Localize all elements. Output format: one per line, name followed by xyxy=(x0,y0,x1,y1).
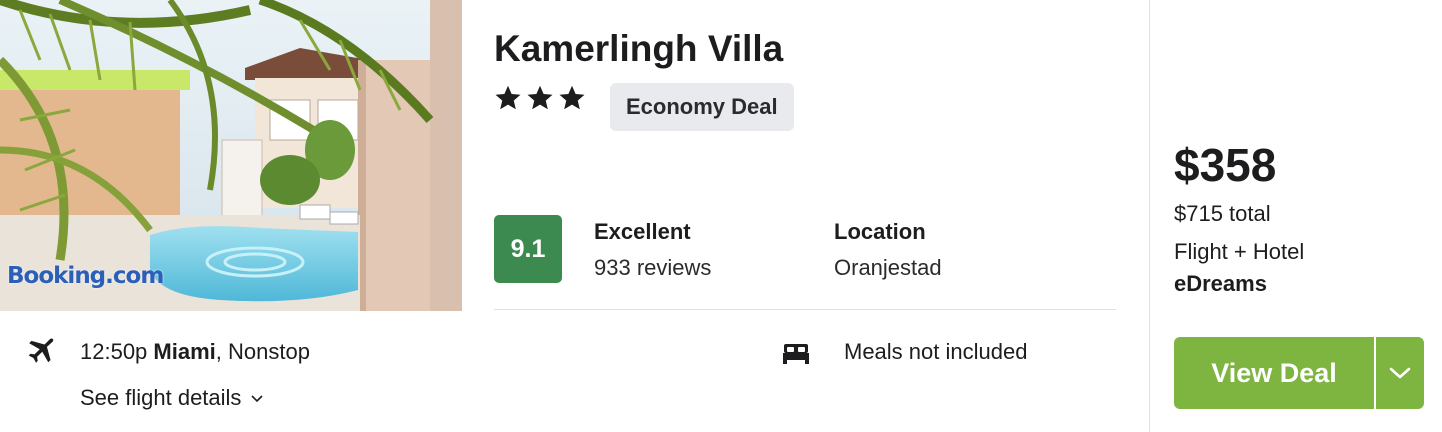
nightly-price: $358 xyxy=(1174,139,1277,191)
flight-stops: , Nonstop xyxy=(215,339,310,364)
star-icon xyxy=(527,85,553,110)
star-icon xyxy=(559,85,585,110)
departure-time: 12:50p xyxy=(80,339,154,364)
total-price: $715 total xyxy=(1174,201,1271,226)
view-deal-button-group: View Deal xyxy=(1174,337,1424,409)
view-deal-button[interactable]: View Deal xyxy=(1174,337,1374,409)
bed-icon xyxy=(783,344,809,364)
plane-icon xyxy=(28,338,54,363)
rating-label: Excellent xyxy=(594,219,691,244)
booking-watermark: Booking.com xyxy=(7,263,164,289)
location-label: Location xyxy=(834,219,926,244)
flight-details-label: See flight details xyxy=(80,385,242,410)
review-count[interactable]: 933 reviews xyxy=(594,255,711,281)
meals-info: Meals not included xyxy=(844,339,1028,364)
chevron-down-icon xyxy=(251,394,264,402)
provider-name: eDreams xyxy=(1174,271,1267,296)
chevron-down-icon xyxy=(1389,367,1411,379)
flight-origin: Miami xyxy=(153,339,216,364)
deal-badge: Economy Deal xyxy=(610,83,794,131)
section-divider xyxy=(494,309,1116,310)
package-type: Flight + Hotel xyxy=(1174,239,1305,264)
star-icon xyxy=(495,85,521,110)
hotel-photo[interactable]: Booking.com xyxy=(0,0,462,311)
review-score-badge: 9.1 xyxy=(494,215,562,283)
price-column-divider xyxy=(1149,0,1150,432)
more-deals-dropdown-button[interactable] xyxy=(1376,337,1424,409)
star-rating xyxy=(494,84,586,112)
see-flight-details-link[interactable]: See flight details xyxy=(80,385,264,411)
location-value: Oranjestad xyxy=(834,255,942,280)
flight-summary: 12:50p Miami, Nonstop xyxy=(80,339,310,365)
hotel-result-card: Booking.com Kamerlingh Villa Economy Dea… xyxy=(0,0,1442,432)
hotel-name[interactable]: Kamerlingh Villa xyxy=(494,28,783,70)
